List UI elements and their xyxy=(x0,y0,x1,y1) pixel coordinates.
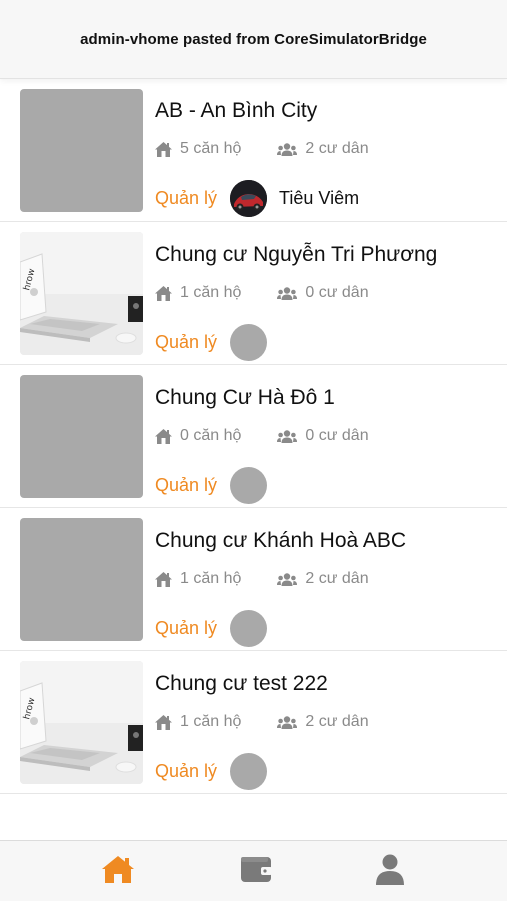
manage-link[interactable]: Quản lý xyxy=(155,761,217,782)
laptop-photo-icon: hrow xyxy=(20,661,143,784)
apartment-count: 0 căn hộ xyxy=(155,427,241,445)
manager-row: Quản lý Tiêu Viêm xyxy=(155,180,359,217)
apartment-count-text: 5 căn hộ xyxy=(180,140,242,157)
building-row[interactable]: Chung cư Khánh Hoà ABC 1 căn hộ 2 cư dân… xyxy=(0,508,507,651)
apartment-count: 1 căn hộ xyxy=(155,570,241,588)
manager-row: Quản lý xyxy=(155,324,268,361)
laptop-photo-icon: hrow xyxy=(20,232,143,355)
apartment-count-text: 1 căn hộ xyxy=(180,713,242,730)
manage-link[interactable]: Quản lý xyxy=(155,475,217,496)
building-name: Chung cư test 222 xyxy=(155,672,328,695)
building-name: AB - An Bình City xyxy=(155,99,318,122)
resident-count-text: 0 cư dân xyxy=(305,284,369,301)
paste-notification-banner: admin-vhome pasted from CoreSimulatorBri… xyxy=(0,0,507,79)
paste-notification-text: admin-vhome pasted from CoreSimulatorBri… xyxy=(80,30,427,48)
resident-count-text: 0 cư dân xyxy=(305,427,369,444)
manager-avatar xyxy=(230,610,268,647)
building-thumbnail xyxy=(20,375,143,498)
building-row[interactable]: AB - An Bình City 5 căn hộ 2 cư dân Quản… xyxy=(0,78,507,222)
apartment-count: 1 căn hộ xyxy=(155,713,241,731)
home-small-icon xyxy=(155,714,172,730)
building-row[interactable]: hrow Chung cư Nguyễn Tri Phương 1 căn hộ xyxy=(0,222,507,365)
resident-count: 2 cư dân xyxy=(277,713,369,731)
tab-profile[interactable] xyxy=(368,849,412,889)
apartment-count-text: 1 căn hộ xyxy=(180,570,242,587)
home-icon xyxy=(102,856,134,883)
building-row[interactable]: hrow Chung cư test 222 1 căn hộ 2 cư dân… xyxy=(0,651,507,794)
building-list: AB - An Bình City 5 căn hộ 2 cư dân Quản… xyxy=(0,78,507,794)
resident-count-text: 2 cư dân xyxy=(305,570,369,587)
apartment-count-text: 0 căn hộ xyxy=(180,427,242,444)
users-icon xyxy=(277,286,298,300)
building-name: Chung cư Khánh Hoà ABC xyxy=(155,529,407,552)
car-photo-icon xyxy=(230,180,268,217)
manager-avatar xyxy=(230,324,268,361)
building-thumbnail: hrow xyxy=(20,232,143,355)
apartment-count: 5 căn hộ xyxy=(155,140,241,158)
building-row[interactable]: Chung Cư Hà Đô 1 0 căn hộ 0 cư dân Quản … xyxy=(0,365,507,508)
home-small-icon xyxy=(155,141,172,157)
building-stats: 1 căn hộ 2 cư dân xyxy=(155,713,369,731)
building-thumbnail xyxy=(20,89,143,212)
manager-name: Tiêu Viêm xyxy=(279,188,360,208)
home-small-icon xyxy=(155,428,172,444)
manager-avatar xyxy=(230,467,268,504)
building-name: Chung cư Nguyễn Tri Phương xyxy=(155,243,438,266)
users-icon xyxy=(277,142,298,156)
manage-link[interactable]: Quản lý xyxy=(155,188,217,209)
user-icon xyxy=(376,854,404,885)
building-stats: 5 căn hộ 2 cư dân xyxy=(155,140,369,158)
users-icon xyxy=(277,429,298,443)
building-stats: 1 căn hộ 0 cư dân xyxy=(155,284,369,302)
home-small-icon xyxy=(155,571,172,587)
resident-count-text: 2 cư dân xyxy=(305,140,369,157)
manager-row: Quản lý xyxy=(155,753,268,790)
manager-avatar xyxy=(230,753,268,790)
tab-wallet[interactable] xyxy=(234,849,278,889)
apartment-count-text: 1 căn hộ xyxy=(180,284,242,301)
resident-count-text: 2 cư dân xyxy=(305,713,369,730)
tab-home[interactable] xyxy=(96,849,140,889)
users-icon xyxy=(277,572,298,586)
building-thumbnail xyxy=(20,518,143,641)
resident-count: 2 cư dân xyxy=(277,140,369,158)
manager-avatar xyxy=(230,180,268,217)
users-icon xyxy=(277,715,298,729)
resident-count: 2 cư dân xyxy=(277,570,369,588)
building-name: Chung Cư Hà Đô 1 xyxy=(155,386,335,409)
manage-link[interactable]: Quản lý xyxy=(155,332,217,353)
resident-count: 0 cư dân xyxy=(277,284,369,302)
resident-count: 0 cư dân xyxy=(277,427,369,445)
apartment-count: 1 căn hộ xyxy=(155,284,241,302)
wallet-icon xyxy=(241,857,272,882)
building-stats: 1 căn hộ 2 cư dân xyxy=(155,570,369,588)
manager-row: Quản lý xyxy=(155,610,268,647)
manager-row: Quản lý xyxy=(155,467,268,504)
building-thumbnail: hrow xyxy=(20,661,143,784)
home-small-icon xyxy=(155,285,172,301)
manage-link[interactable]: Quản lý xyxy=(155,618,217,639)
building-stats: 0 căn hộ 0 cư dân xyxy=(155,427,369,445)
bottom-tab-bar xyxy=(0,840,507,901)
